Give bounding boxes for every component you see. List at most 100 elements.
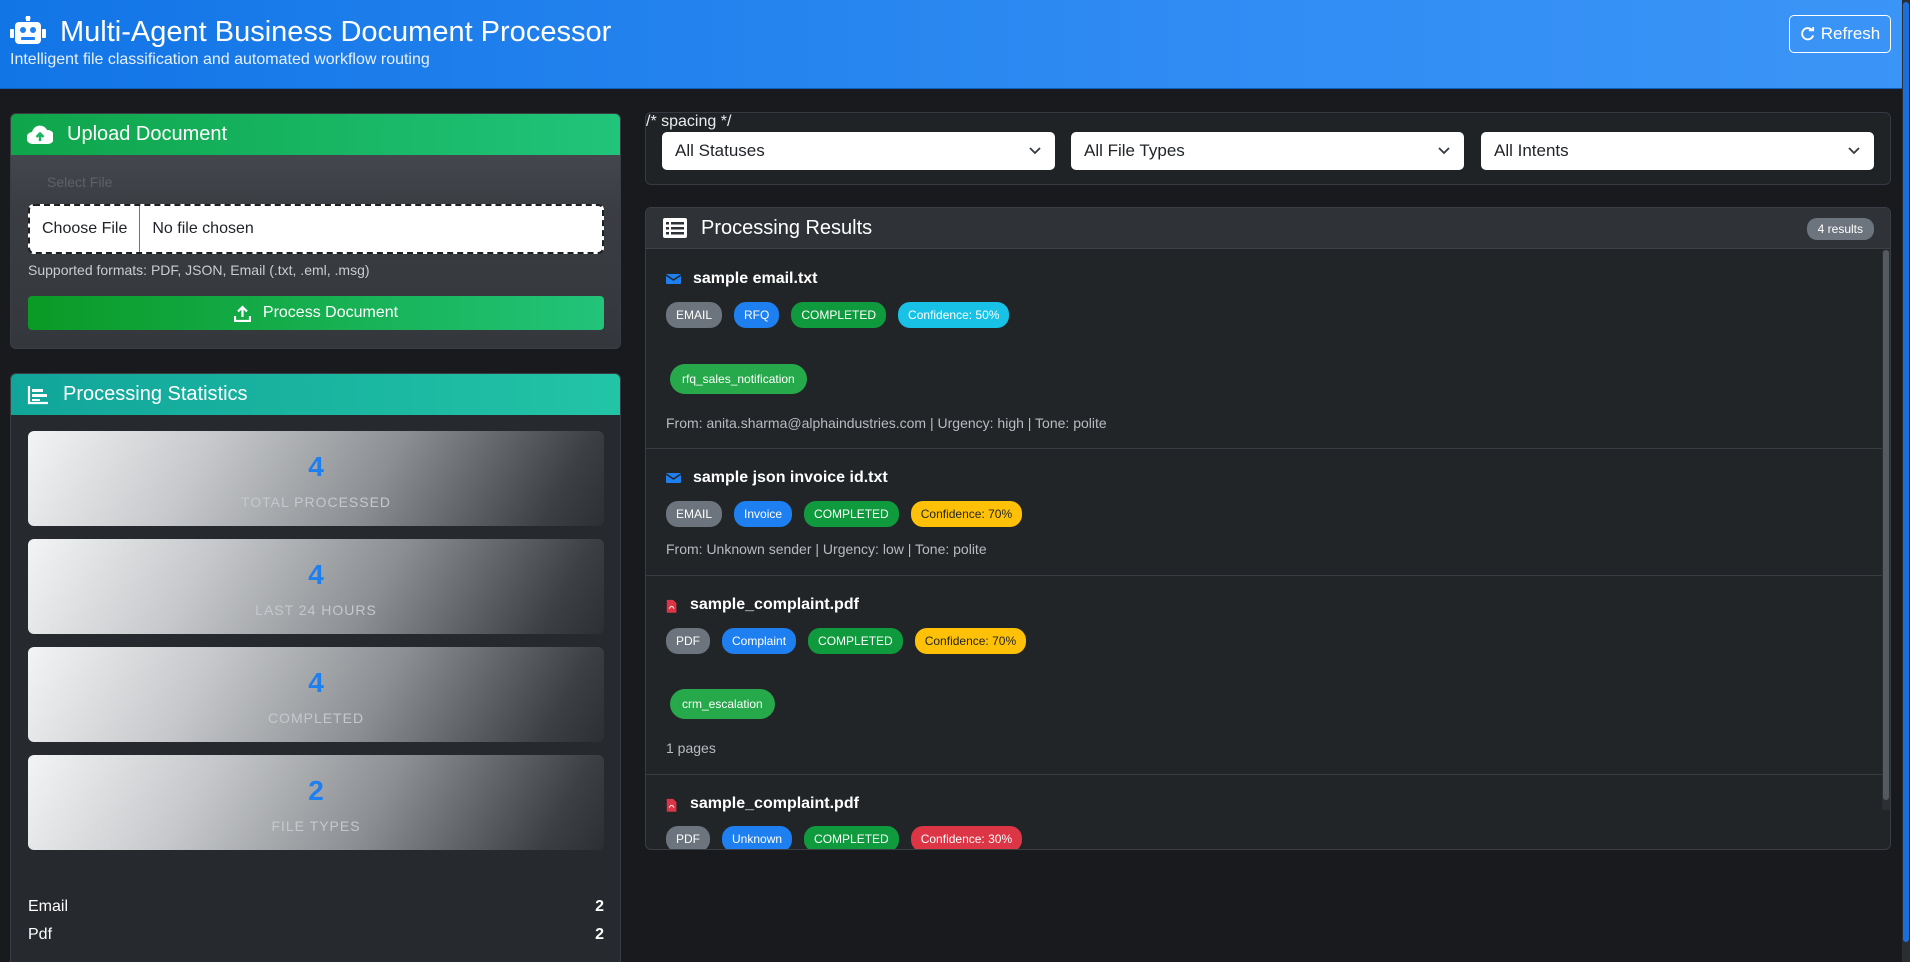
file-type-count: 2 — [595, 926, 604, 943]
status-badge: COMPLETED — [804, 501, 899, 527]
intent-badge: Invoice — [734, 501, 793, 527]
file-type-count: 2 — [595, 898, 604, 915]
file-type-badge: EMAIL — [666, 501, 723, 527]
confidence-badge: Confidence: 70% — [914, 628, 1027, 654]
app-subtitle: Intelligent file classification and auto… — [10, 51, 430, 68]
robot-icon — [10, 16, 46, 44]
result-meta: From: Unknown sender | Urgency: low | To… — [666, 541, 987, 557]
list-icon — [663, 218, 687, 238]
stats-card-header: Processing Statistics — [11, 374, 620, 415]
stat-file-types: 2 File Types — [28, 755, 604, 850]
result-item[interactable]: sample_complaint.pdf PDF Complaint COMPL… — [646, 576, 1882, 775]
stats-card: Processing Statistics 4 Total Processed … — [10, 373, 621, 962]
status-filter-select[interactable]: All Statuses — [662, 132, 1055, 170]
result-filename: sample_complaint.pdf — [690, 795, 859, 812]
file-field-label: Select File — [47, 174, 113, 190]
result-filename: sample email.txt — [693, 270, 818, 287]
file-type-name: Pdf — [28, 926, 53, 943]
file-type-name: Email — [28, 898, 69, 915]
process-document-button[interactable]: Process Document — [28, 296, 604, 330]
choose-file-button[interactable]: Choose File — [30, 206, 141, 252]
confidence-badge: Confidence: 50% — [898, 302, 1010, 328]
app-title: Multi-Agent Business Document Processor — [60, 16, 612, 48]
supported-formats-text: Supported formats: PDF, JSON, Email (.tx… — [28, 262, 370, 278]
chevron-down-icon — [1438, 147, 1450, 155]
envelope-icon — [666, 274, 681, 284]
results-header: Processing Results 4 results — [646, 208, 1890, 249]
chevron-down-icon — [1848, 147, 1860, 155]
process-document-label: Process Document — [262, 304, 399, 321]
result-badges: EMAIL RFQ COMPLETED Confidence: 50% — [666, 302, 1010, 328]
stat-last-24-hours: 4 Last 24 Hours — [28, 539, 604, 634]
result-filename: sample_complaint.pdf — [690, 596, 859, 613]
pdf-file-icon — [666, 599, 677, 613]
result-item[interactable]: sample email.txt EMAIL RFQ COMPLETED Con… — [646, 250, 1882, 449]
app-header: Multi-Agent Business Document Processor … — [0, 0, 1910, 89]
result-item[interactable]: sample_complaint.pdf PDF Unknown COMPLET… — [646, 775, 1882, 849]
upload-icon — [233, 304, 251, 322]
intent-badge: RFQ — [734, 302, 780, 328]
stat-label: Completed — [267, 710, 365, 726]
route-badge: crm_escalation — [670, 689, 775, 719]
stat-value: 2 — [308, 775, 324, 806]
confidence-badge: Confidence: 70% — [910, 501, 1023, 527]
result-meta: From: anita.sharma@alphaindustries.com |… — [666, 415, 1107, 431]
result-title[interactable]: sample json invoice id.txt — [666, 469, 888, 487]
intent-badge: Unknown — [722, 826, 793, 849]
status-badge: COMPLETED — [791, 302, 887, 328]
page-scrollbar[interactable] — [1902, 0, 1910, 962]
refresh-button[interactable]: Refresh — [1789, 15, 1891, 53]
results-count-badge: 4 results — [1806, 218, 1874, 240]
stat-label: Last 24 Hours — [255, 602, 377, 618]
pdf-file-icon — [666, 798, 677, 812]
envelope-icon — [666, 473, 681, 483]
intent-badge: Complaint — [722, 628, 797, 654]
stat-label: Total Processed — [240, 494, 392, 510]
results-panel: Processing Results 4 results sample emai… — [645, 207, 1891, 850]
intent-filter-value: All Intents — [1494, 141, 1569, 160]
stat-completed: 4 Completed — [28, 647, 604, 742]
file-status: No file chosen — [152, 220, 254, 237]
status-filter-value: All Statuses — [675, 141, 765, 160]
file-type-badge: PDF — [666, 628, 710, 654]
stat-label: File Types — [271, 818, 361, 834]
refresh-label: Refresh — [1820, 24, 1881, 43]
status-badge: COMPLETED — [804, 826, 899, 849]
result-title[interactable]: sample_complaint.pdf — [666, 596, 859, 614]
bar-chart-icon — [27, 385, 48, 404]
file-type-row-pdf: Pdf 2 — [28, 926, 604, 944]
result-item[interactable]: sample json invoice id.txt EMAIL Invoice… — [646, 449, 1882, 576]
upload-card-header: Upload Document — [11, 114, 620, 155]
result-title[interactable]: sample_complaint.pdf — [666, 795, 859, 813]
results-scrollbar-thumb[interactable] — [1883, 250, 1889, 800]
intent-filter-select[interactable]: All Intents — [1481, 132, 1874, 170]
chevron-down-icon — [1029, 147, 1041, 155]
file-type-badge: EMAIL — [666, 302, 723, 328]
file-type-badge: PDF — [666, 826, 710, 849]
route-badge: rfq_sales_notification — [670, 364, 807, 394]
file-type-row-email: Email 2 — [28, 898, 604, 916]
result-badges: PDF Complaint COMPLETED Confidence: 70% — [666, 628, 1027, 654]
stat-value: 4 — [308, 451, 324, 482]
result-badges: EMAIL Invoice COMPLETED Confidence: 70% — [666, 501, 1023, 527]
confidence-badge: Confidence: 30% — [910, 826, 1023, 849]
file-type-filter-value: All File Types — [1084, 141, 1185, 160]
stat-total-processed: 4 Total Processed — [28, 431, 604, 526]
refresh-icon — [1800, 26, 1814, 40]
result-title[interactable]: sample email.txt — [666, 270, 818, 288]
stat-value: 4 — [308, 667, 324, 698]
cloud-upload-icon — [27, 125, 53, 144]
file-input[interactable]: Choose File No file chosen — [28, 204, 604, 254]
filter-bar: All Statuses /* spacing */ All File Type… — [645, 112, 1891, 185]
result-badges: PDF Unknown COMPLETED Confidence: 30% — [666, 826, 1023, 849]
result-meta: 1 pages — [666, 740, 716, 756]
stat-value: 4 — [308, 559, 324, 590]
upload-card-title: Upload Document — [67, 123, 228, 145]
stats-card-title: Processing Statistics — [63, 383, 248, 405]
page-scrollbar-thumb[interactable] — [1903, 2, 1909, 942]
result-filename: sample json invoice id.txt — [693, 469, 888, 486]
file-type-filter-select[interactable]: All File Types — [1071, 132, 1464, 170]
results-scrollbar[interactable] — [1882, 250, 1890, 810]
upload-card: Upload Document Select File Choose File … — [10, 113, 621, 349]
results-title: Processing Results — [701, 216, 873, 239]
